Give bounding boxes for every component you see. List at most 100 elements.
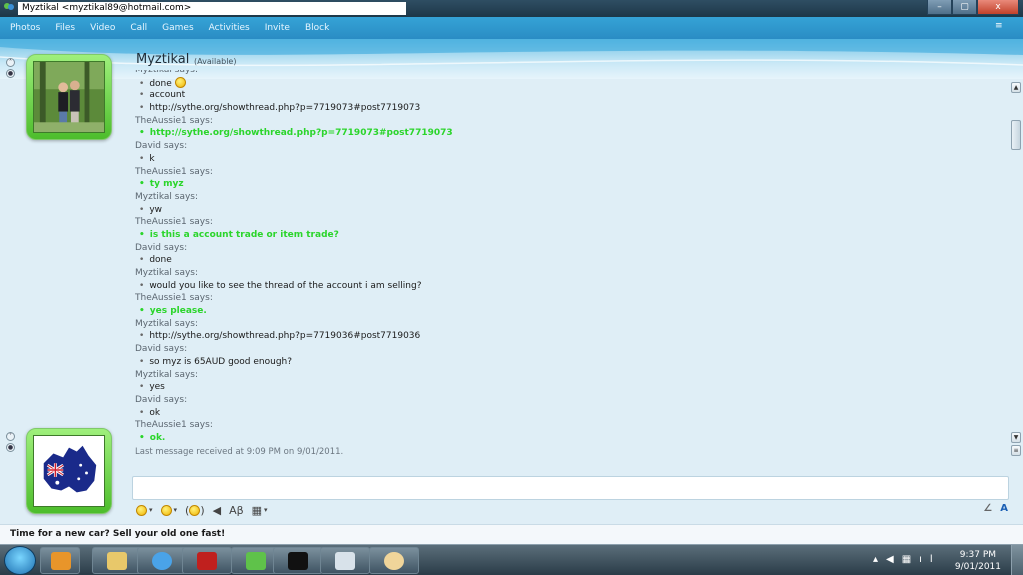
bullet-icon: • bbox=[139, 306, 145, 317]
smiley-icon bbox=[136, 504, 147, 516]
message-body: is this a account trade or item trade? bbox=[149, 229, 339, 240]
message-text: • account bbox=[135, 89, 1003, 102]
message-sender: TheAussie1 says: bbox=[135, 293, 213, 304]
menu-call[interactable]: Call bbox=[130, 17, 147, 39]
bullet-icon: • bbox=[139, 229, 145, 240]
message-sender: TheAussie1 says: bbox=[135, 420, 213, 431]
message-text: • k bbox=[135, 153, 1003, 166]
message-input[interactable] bbox=[132, 476, 1009, 500]
message-sender: Myztikal says: bbox=[135, 70, 199, 75]
message-text: • done bbox=[135, 76, 1003, 90]
ad-banner[interactable]: Time for a new car? Sell your old one fa… bbox=[0, 524, 1023, 544]
input-toolbar: ▾ ▾ () ◀ Aβ ▦ ▾ bbox=[132, 500, 1009, 520]
collapse-icon[interactable]: ˅ bbox=[6, 432, 15, 441]
message-text: • ok bbox=[135, 407, 1003, 420]
handwriting-icon[interactable]: ∠ bbox=[983, 503, 992, 514]
message-body: yes please. bbox=[149, 306, 207, 317]
menu-bar: Photos Files Video Call Games Activities… bbox=[0, 17, 1023, 39]
my-avatar[interactable] bbox=[26, 428, 112, 514]
bullet-icon: • bbox=[139, 356, 145, 367]
bullet-icon: • bbox=[139, 90, 145, 101]
taskbar-command-prompt[interactable] bbox=[273, 547, 323, 574]
bullet-icon: • bbox=[139, 432, 145, 443]
message-sender: Myztikal says: bbox=[135, 318, 199, 329]
nudge-button[interactable]: () bbox=[185, 504, 205, 517]
scrollbar-thumb[interactable] bbox=[1011, 120, 1021, 150]
message-sender: David says: bbox=[135, 344, 188, 355]
taskbar-pdf-reader[interactable] bbox=[182, 547, 232, 574]
tray-icons[interactable]: ▴◀▦ıl bbox=[873, 554, 941, 565]
voice-clip-button[interactable]: ◀ bbox=[213, 504, 221, 517]
contact-avatar[interactable] bbox=[26, 54, 112, 140]
system-tray: ▴◀▦ıl 9:37 PM 9/01/2011 bbox=[863, 545, 1023, 575]
bullet-icon: • bbox=[139, 103, 145, 114]
person-icon[interactable]: ● bbox=[6, 69, 15, 78]
message-body: account bbox=[149, 90, 186, 101]
conversation-history[interactable]: Myztikal says: • done • account • http://sythe… bbox=[135, 70, 1003, 470]
background-button[interactable]: ▦ ▾ bbox=[252, 504, 268, 517]
message-text: • http://sythe.org/showthread.php?p=77190… bbox=[135, 330, 1003, 343]
message-sender: TheAussie1 says: bbox=[135, 217, 213, 228]
menu-video[interactable]: Video bbox=[90, 17, 115, 39]
person-icon[interactable]: ● bbox=[6, 443, 15, 452]
message-sender: David says: bbox=[135, 242, 188, 253]
collapse-icon[interactable]: ˄ bbox=[6, 58, 15, 67]
message-sender: David says: bbox=[135, 394, 188, 405]
emoticon-button[interactable]: ▾ bbox=[136, 504, 153, 516]
message-sender: Myztikal says: bbox=[135, 191, 199, 202]
message-text: • yes please. bbox=[135, 305, 1003, 318]
menu-games[interactable]: Games bbox=[162, 17, 193, 39]
scroll-down-button[interactable]: ≡ bbox=[1011, 445, 1021, 456]
message-text: • http://sythe.org/showthread.php?p=77190… bbox=[135, 102, 1003, 115]
message-text: • ty myz bbox=[135, 178, 1003, 191]
menu-block[interactable]: Block bbox=[305, 17, 329, 39]
options-menu-icon[interactable]: ≡ bbox=[995, 21, 1009, 33]
scroll-expand-button[interactable]: ▼ bbox=[1011, 432, 1021, 443]
message-text: • yes bbox=[135, 381, 1003, 394]
menu-invite[interactable]: Invite bbox=[265, 17, 290, 39]
bullet-icon: • bbox=[139, 153, 145, 164]
message-sender: Myztikal says: bbox=[135, 369, 199, 380]
ad-text[interactable]: Time for a new car? Sell your old one fa… bbox=[10, 529, 225, 539]
nudge-icon bbox=[189, 504, 201, 516]
message-body: http://sythe.org/showthread.php?p=771907… bbox=[149, 128, 453, 139]
close-button[interactable]: x bbox=[977, 0, 1019, 15]
minimize-button[interactable]: – bbox=[927, 0, 952, 15]
message-body: yw bbox=[149, 204, 162, 215]
start-button[interactable] bbox=[4, 546, 36, 575]
window-title: Myztikal <myztikal89@hotmail.com> bbox=[18, 2, 406, 15]
message-body: yes bbox=[149, 382, 165, 393]
clock[interactable]: 9:37 PM 9/01/2011 bbox=[955, 549, 1001, 573]
message-body: ok bbox=[149, 407, 161, 418]
show-desktop-button[interactable] bbox=[1011, 545, 1023, 575]
message-text: • is this a account trade or item trade? bbox=[135, 229, 1003, 242]
text-mode-icon[interactable]: A bbox=[1000, 503, 1008, 514]
message-text: • ok. bbox=[135, 432, 1003, 445]
font-button[interactable]: Aβ bbox=[229, 504, 244, 517]
bullet-icon: • bbox=[139, 204, 145, 215]
taskbar-window-app[interactable] bbox=[320, 547, 370, 574]
menu-photos[interactable]: Photos bbox=[10, 17, 40, 39]
smiley-emoticon-icon bbox=[174, 76, 186, 88]
contact-name: Myztikal bbox=[136, 52, 190, 67]
menu-files[interactable]: Files bbox=[55, 17, 75, 39]
bullet-icon: • bbox=[139, 255, 145, 266]
bullet-icon: • bbox=[139, 382, 145, 393]
wink-button[interactable]: ▾ bbox=[160, 504, 177, 516]
australia-flag-picture bbox=[33, 435, 105, 507]
clock-time: 9:37 PM bbox=[959, 550, 997, 560]
last-message-info: Last message received at 9:09 PM on 9/01… bbox=[135, 446, 344, 457]
scroll-up-button[interactable]: ▲ bbox=[1011, 82, 1021, 93]
taskbar-internet-explorer[interactable] bbox=[137, 547, 187, 574]
message-sender: TheAussie1 says: bbox=[135, 166, 213, 177]
taskbar-media-player[interactable] bbox=[40, 547, 80, 574]
contact-avatar-controls: ˄ ● bbox=[6, 58, 16, 82]
message-text: • yw bbox=[135, 204, 1003, 217]
taskbar-explorer[interactable] bbox=[92, 547, 142, 574]
maximize-button[interactable]: ▢ bbox=[952, 0, 977, 15]
menu-activities[interactable]: Activities bbox=[209, 17, 250, 39]
bullet-icon: • bbox=[139, 179, 145, 190]
wink-icon bbox=[160, 504, 172, 516]
taskbar-paint[interactable] bbox=[369, 547, 419, 574]
message-text: • so myz is 65AUD good enough? bbox=[135, 356, 1003, 369]
